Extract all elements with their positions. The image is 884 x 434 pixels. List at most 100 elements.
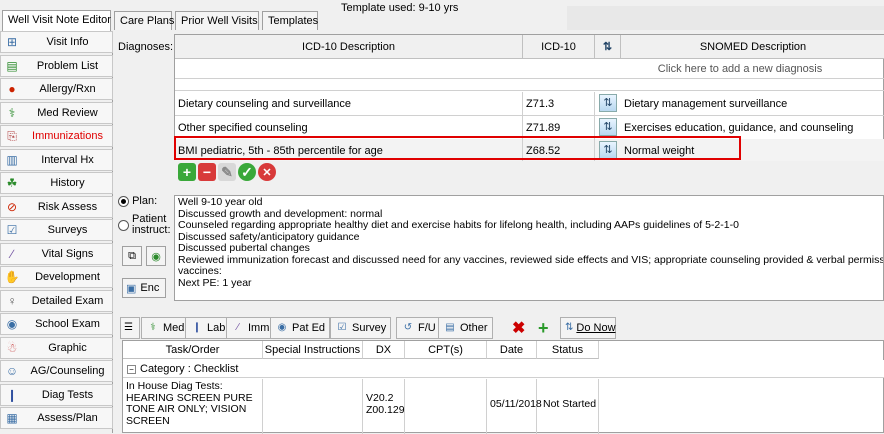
sidebar-item-label: Med Review (37, 106, 98, 119)
risk-assess-icon: ⊘ (6, 199, 18, 214)
sidebar-item-school-exam[interactable]: ◉ School Exam (0, 313, 113, 335)
snomed-description: Dietary management surveillance (624, 98, 788, 110)
sidebar-item-label: School Exam (35, 318, 100, 330)
date-cell[interactable]: 05/11/2018 (487, 379, 542, 434)
survey-button[interactable]: ☑ Survey (330, 317, 392, 339)
sidebar-item-problem-list[interactable]: ▤ Problem List (0, 54, 113, 77)
survey-icon: ☑ (337, 322, 347, 333)
snomed-map-icon[interactable]: ⇅ (599, 118, 617, 136)
sidebar-item-label: Problem List (36, 59, 99, 72)
do-now-icon: ⇅ (565, 322, 574, 333)
col-header-date[interactable]: Date (487, 341, 537, 359)
edit-icon[interactable]: ✎ (218, 163, 236, 181)
sidebar-item-immunizations[interactable]: ⎘ Immunizations (0, 125, 113, 147)
col-header-icd10-description[interactable]: ICD-10 Description (175, 35, 523, 59)
sidebar-item-interval-hx[interactable]: ▥ Interval Hx (0, 148, 113, 171)
tab-well-visit-note-editor[interactable]: Well Visit Note Editor (2, 10, 111, 31)
library-icon[interactable]: ◉ (146, 246, 166, 266)
col-header-status[interactable]: Status (537, 341, 599, 359)
col-header-snomed[interactable]: SNOMED Description (621, 35, 884, 59)
status-cell[interactable]: Not Started (537, 379, 599, 434)
tab-care-plans[interactable]: Care Plans (114, 11, 174, 30)
highlight-box (174, 136, 741, 160)
other-icon: ▤ (445, 322, 455, 333)
other-button[interactable]: ▤ Other (438, 317, 493, 339)
sidebar-item-surveys[interactable]: ☑ Surveys (0, 219, 113, 241)
category-row[interactable]: − Category : Checklist (123, 360, 884, 378)
tab-templates[interactable]: Templates (262, 11, 318, 30)
imm-button[interactable]: ∕ Imm (226, 317, 275, 339)
detailed-exam-icon: ♀ (7, 293, 17, 308)
copy-icon[interactable]: ⧉ (122, 246, 142, 266)
radio-icon[interactable] (118, 195, 129, 207)
sidebar-item-vital-signs[interactable]: ∕ Vital Signs (0, 242, 113, 265)
delete-icon[interactable]: ✖ (508, 317, 529, 339)
surveys-icon: ☑ (6, 223, 18, 237)
dx-cell[interactable]: V20.2 Z00.129 (363, 379, 405, 434)
special-instructions-cell[interactable] (263, 379, 363, 434)
col-header-special-instructions[interactable]: Special Instructions (263, 341, 363, 359)
plan-text[interactable]: Well 9-10 year old Discussed growth and … (174, 195, 884, 301)
lab-button[interactable]: ❙ Lab (185, 317, 231, 339)
med-icon: ⚕ (150, 322, 156, 333)
snomed-map-icon[interactable]: ⇅ (599, 94, 617, 112)
diagnosis-row[interactable]: Dietary counseling and surveillance Z71.… (175, 92, 884, 116)
sidebar-item-label: Risk Assess (37, 200, 98, 213)
sidebar-item-graphic[interactable]: ☃ Graphic (0, 336, 113, 359)
checklist-button[interactable]: ☰ (120, 317, 140, 339)
check-icon[interactable]: ✓ (238, 163, 256, 181)
sidebar-item-development[interactable]: ✋ Development (0, 266, 113, 288)
sidebar-item-label: Graphic (48, 341, 87, 354)
col-header-dx[interactable]: DX (363, 341, 405, 359)
sidebar-item-history[interactable]: ☘ History (0, 172, 113, 194)
template-used-label: Template used: 9-10 yrs (341, 2, 459, 14)
sidebar-item-med-review[interactable]: ⚕ Med Review (0, 101, 113, 124)
sidebar-item-label: Assess/Plan (37, 412, 98, 424)
add-icon[interactable]: + (178, 163, 196, 181)
pat-ed-icon: ◉ (277, 322, 287, 333)
cancel-icon[interactable]: ✕ (258, 163, 276, 181)
plan-line: Counseled regarding appropriate healthy … (178, 219, 739, 231)
plan-line: vaccines: (178, 265, 222, 277)
top-tab-bar: Well Visit Note Editor Care Plans Prior … (0, 0, 884, 31)
enc-icon: ▣ (126, 282, 137, 295)
sidebar-item-label: Immunizations (32, 130, 103, 142)
sidebar-item-label: Allergy/Rxn (39, 83, 96, 95)
sidebar-item-risk-assess[interactable]: ⊘ Risk Assess (0, 195, 113, 218)
sidebar-item-label: Diag Tests (41, 388, 94, 401)
follow-up-icon: ↺ (403, 322, 413, 333)
remove-icon[interactable]: − (198, 163, 216, 181)
diagnosis-description: Dietary counseling and surveillance (175, 92, 523, 115)
plan-area: Plan: Patient instruct: ⧉ ◉ ▣ Enc Well 9-1… (114, 188, 884, 306)
col-header-task-order[interactable]: Task/Order (123, 341, 263, 359)
collapse-icon[interactable]: − (127, 365, 136, 374)
plan-line: Next PE: 1 year (178, 276, 252, 289)
med-button[interactable]: ⚕ Med (141, 317, 190, 339)
main-panel: Diagnoses: ICD-10 Description ICD-10 ⇅ S… (114, 31, 884, 434)
pat-ed-button[interactable]: ◉ Pat Ed (270, 317, 331, 339)
plan-radio[interactable]: Plan: (118, 195, 157, 207)
sidebar-item-ag-counseling[interactable]: ☺ AG/Counseling (0, 360, 113, 382)
sidebar-item-assess-plan[interactable]: ▦ Assess/Plan (0, 407, 113, 429)
assess-plan-icon: ▦ (6, 411, 18, 425)
radio-icon[interactable] (118, 220, 129, 231)
cpt-cell[interactable] (405, 379, 487, 434)
sidebar-item-detailed-exam[interactable]: ♀ Detailed Exam (0, 289, 113, 312)
do-now-button[interactable]: ⇅ Do Now (560, 317, 616, 339)
col-header-map: ⇅ (595, 35, 621, 59)
tab-prior-well-visits[interactable]: Prior Well Visits (175, 11, 259, 30)
sidebar-item-allergy-rxn[interactable]: ● Allergy/Rxn (0, 78, 113, 100)
add-order-icon[interactable]: + (534, 317, 553, 339)
orders-grid: Task/Order Special Instructions DX CPT(s… (122, 340, 884, 434)
sidebar-item-diag-tests[interactable]: ❙ Diag Tests (0, 383, 113, 406)
fu-button[interactable]: ↺ F/U (396, 317, 441, 339)
col-header-cpt[interactable]: CPT(s) (405, 341, 487, 359)
add-diagnosis-row[interactable]: Click here to add a new diagnosis (175, 59, 884, 79)
lab-icon: ❙ (192, 322, 202, 333)
col-header-icd10[interactable]: ICD-10 (523, 35, 595, 59)
task-order-cell[interactable]: In House Diag Tests: HEARING SCREEN PURE… (123, 379, 263, 434)
med-review-icon: ⚕ (8, 105, 16, 120)
sidebar-item-visit-info[interactable]: ⊞ Visit Info (0, 31, 113, 53)
enc-button[interactable]: ▣ Enc (122, 278, 166, 298)
map-arrows-icon: ⇅ (602, 41, 613, 53)
